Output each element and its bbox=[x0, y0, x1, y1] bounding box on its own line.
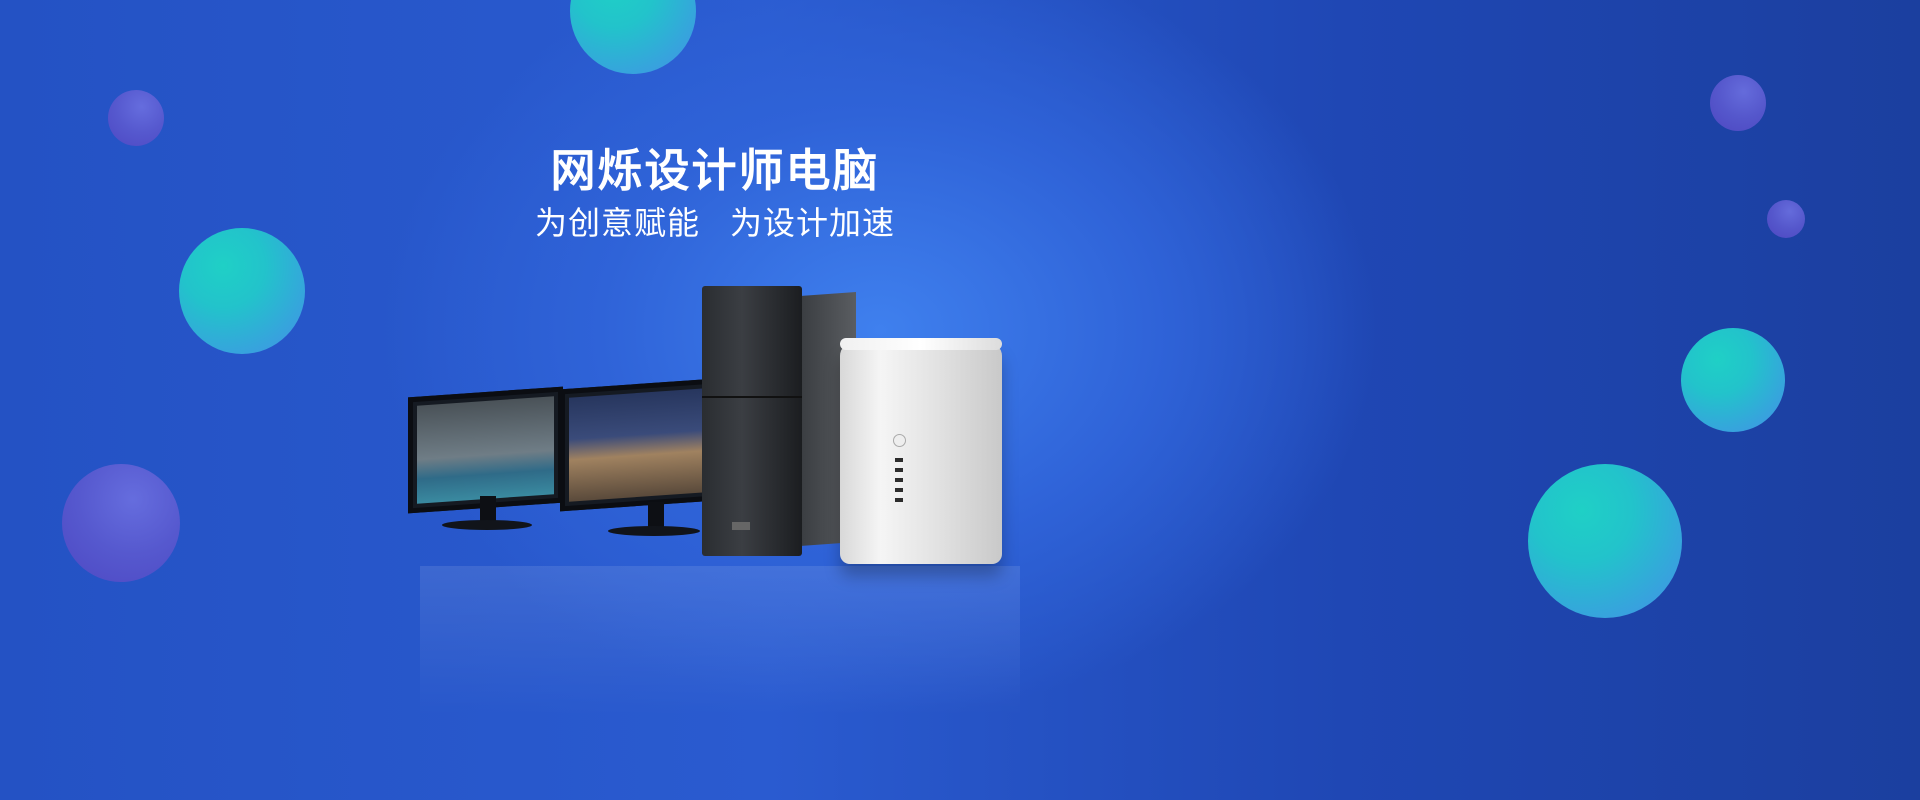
monitor-right-base bbox=[608, 526, 700, 536]
usb-port-icon bbox=[895, 498, 903, 502]
tower-badge bbox=[732, 522, 750, 530]
product-illustration bbox=[400, 280, 1020, 716]
silver-workstation-top bbox=[840, 338, 1002, 350]
headline: 网烁设计师电脑 为创意赋能 为设计加速 bbox=[520, 140, 910, 244]
subtitle-part-1: 为创意赋能 bbox=[534, 205, 700, 241]
monitor-right-screen bbox=[569, 388, 706, 502]
bubble-violet-top-right bbox=[1710, 75, 1766, 131]
usb-port-icon bbox=[895, 458, 903, 462]
tower-panel-seam bbox=[702, 396, 802, 398]
usb-port-icon bbox=[895, 478, 903, 482]
bubble-violet-left bbox=[62, 464, 180, 582]
monitor-left-screen bbox=[417, 396, 554, 504]
usb-port-icon bbox=[895, 468, 903, 472]
hero-banner: 网烁设计师电脑 为创意赋能 为设计加速 bbox=[0, 0, 1920, 800]
bubble-teal-right bbox=[1681, 328, 1785, 432]
usb-port-icon bbox=[895, 488, 903, 492]
page-title: 网烁设计师电脑 bbox=[550, 145, 880, 196]
power-button-icon bbox=[893, 434, 906, 447]
workstation-tower bbox=[702, 286, 802, 556]
monitor-left-base bbox=[442, 520, 532, 530]
bubble-teal-left bbox=[179, 228, 305, 354]
subtitle-part-2: 为设计加速 bbox=[730, 205, 896, 241]
page-subtitle: 为创意赋能 为设计加速 bbox=[520, 202, 910, 244]
bubble-teal-large-right bbox=[1528, 464, 1682, 618]
bubble-teal-top bbox=[570, 0, 696, 74]
monitor-left bbox=[408, 386, 563, 514]
bubble-violet-tiny-right bbox=[1767, 200, 1805, 238]
monitor-right bbox=[560, 378, 715, 512]
floor-reflection bbox=[420, 566, 1020, 716]
bubble-violet-small-left bbox=[108, 90, 164, 146]
silver-workstation bbox=[840, 338, 1002, 564]
